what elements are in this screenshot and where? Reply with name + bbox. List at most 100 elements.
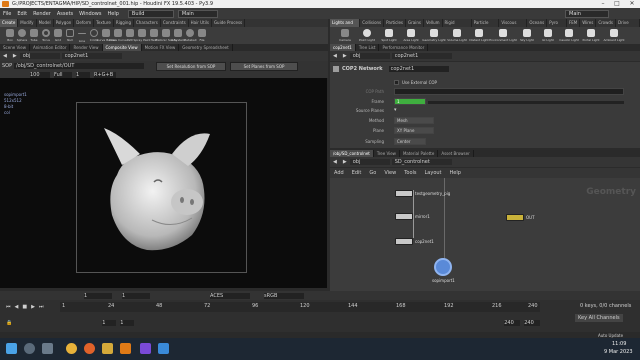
network-editor[interactable]: Geometry testgeometry_pig mirror1 cop2ne… (330, 178, 640, 300)
shelf-tab-crowds[interactable]: Crowds (596, 19, 617, 27)
shelf-tab-modify[interactable]: Modify (18, 19, 37, 27)
use-external-checkbox[interactable] (394, 80, 399, 85)
desktop-select[interactable]: Build (127, 9, 174, 18)
source-planes-menu-icon[interactable]: ▾ (394, 107, 397, 113)
tab-material-palette[interactable]: Material Palette (400, 150, 439, 157)
network-menu-tools[interactable]: Tools (400, 170, 420, 176)
frame-value-field[interactable]: 1 (394, 98, 426, 105)
tool-portal-light[interactable]: Portal Light (580, 27, 602, 44)
shelf-tab-collisions[interactable]: Collisions (360, 19, 385, 27)
tool-sky-light[interactable]: Sky Light (516, 27, 538, 44)
colorspace-select[interactable]: ACES (210, 292, 250, 299)
cop-path-field[interactable] (394, 88, 624, 95)
tool-ambient-light[interactable]: Ambient Light (602, 27, 626, 44)
shelf-tab-texture[interactable]: Texture (94, 19, 114, 27)
network-forward-icon[interactable]: ▶ (340, 159, 350, 165)
menu-file[interactable]: File (0, 11, 14, 17)
shelf-tab-fem[interactable]: FEM (567, 19, 581, 27)
range-end-field[interactable]: 240 (504, 319, 521, 326)
tool-sphere[interactable]: Sphere (16, 27, 28, 44)
plane-select[interactable]: XY Plane (394, 127, 434, 134)
shelf-tab-drive-sim[interactable]: Drive Sim (616, 19, 640, 27)
shelf-tab-pyro-fx[interactable]: Pyro FX (547, 19, 567, 27)
shelf-tab-guide-process[interactable]: Guide Process (212, 19, 246, 27)
maximize-icon[interactable]: □ (610, 0, 624, 8)
search-icon[interactable] (24, 343, 35, 354)
shelf-tab-vellum[interactable]: Vellum (424, 19, 443, 27)
tool-area-light[interactable]: Area Light (400, 27, 422, 44)
sampling-select[interactable]: Center (394, 138, 426, 145)
shelf-tab-constraints[interactable]: Constraints (161, 19, 189, 27)
network-menu-edit[interactable]: Edit (348, 170, 366, 176)
res-select[interactable]: Full (54, 71, 72, 78)
tab-performance-monitor[interactable]: Performance Monitor (379, 44, 429, 51)
explorer-icon[interactable] (102, 343, 113, 354)
back-icon[interactable]: ◀ (0, 53, 10, 59)
shelf-tab-model[interactable]: Model (37, 19, 54, 27)
method-select[interactable]: Mesh (394, 117, 434, 124)
stop-icon[interactable]: ■ (20, 304, 29, 310)
shelf-tab-polygon[interactable]: Polygon (54, 19, 75, 27)
display-select[interactable]: sRGB (264, 292, 304, 299)
tab-render-view[interactable]: Render View (70, 44, 103, 51)
shelf-tab-viscous-fluids[interactable]: Viscous Fl... (499, 19, 528, 27)
tab-animation-editor[interactable]: Animation Editor (30, 44, 71, 51)
tab-asset-browser[interactable]: Asset Browser (438, 150, 474, 157)
play-icon[interactable]: ▶ (29, 304, 37, 310)
menu-edit[interactable]: Edit (14, 11, 30, 17)
shelf-tab-hair-utils[interactable]: Hair Utils (189, 19, 212, 27)
minimize-icon[interactable]: – (596, 0, 610, 8)
sopimport-node-icon[interactable] (434, 258, 452, 276)
menu-render[interactable]: Render (30, 11, 54, 17)
tab-geometry-spreadsheet[interactable]: Geometry Spreadsheet (179, 44, 233, 51)
shelf-tab-wires[interactable]: Wires (580, 19, 597, 27)
workspace-select[interactable]: Main (177, 9, 218, 18)
shelf-tab-oceans[interactable]: Oceans (527, 19, 548, 27)
shelf-tab-rigging[interactable]: Rigging (114, 19, 134, 27)
frame-current-field-top[interactable]: 1 (122, 292, 150, 299)
shelf-tab-grains[interactable]: Grains (406, 19, 424, 27)
key-all-channels-button[interactable]: Key All Channels (575, 314, 623, 322)
tool-volume-light[interactable]: Volume Light (446, 27, 468, 44)
tab-tree-list[interactable]: Tree List (356, 44, 380, 51)
menu-assets[interactable]: Assets (54, 11, 76, 17)
tool-lsystem[interactable]: L-System (171, 27, 185, 44)
tab-tree-view[interactable]: Tree View (374, 150, 400, 157)
tool-null[interactable]: Null (64, 27, 76, 44)
play-back-icon[interactable]: ◀ (13, 304, 21, 310)
tool-caustic-light[interactable]: Caustic Light (558, 27, 580, 44)
tool-geometry-light[interactable]: Geometry Light (422, 27, 446, 44)
timeline-ruler[interactable]: 1 24 48 72 96 120 144 168 192 216 240 (60, 302, 540, 312)
chrome-icon[interactable] (66, 343, 77, 354)
firefox-icon[interactable] (84, 343, 95, 354)
tool-point-light[interactable]: Point Light (356, 27, 378, 44)
channel-select[interactable]: R+G+B (94, 71, 116, 78)
auto-update-button[interactable]: Auto Update (598, 333, 623, 338)
node-name-field[interactable]: cop2net1 (388, 66, 449, 72)
frame-field[interactable]: 1 (76, 71, 90, 78)
task-view-icon[interactable] (42, 343, 53, 354)
start-menu-icon[interactable] (6, 343, 17, 354)
workspace-select-right[interactable]: Main (565, 9, 609, 18)
current-frame-field[interactable]: 1 (120, 319, 135, 326)
tool-file[interactable]: File (196, 27, 208, 44)
node-mirror[interactable] (395, 213, 413, 220)
network-back-icon[interactable]: ◀ (330, 159, 340, 165)
shelf-tab-lights[interactable]: Lights and ... (330, 19, 361, 27)
node-out[interactable] (506, 214, 524, 221)
zoom-select[interactable]: 100 (30, 71, 50, 78)
right-path-obj[interactable]: obj (349, 53, 390, 59)
menu-windows[interactable]: Windows (76, 11, 104, 17)
shelf-tab-characters[interactable]: Characters (134, 19, 161, 27)
right-back-icon[interactable]: ◀ (330, 53, 340, 59)
frame-slider[interactable] (428, 101, 624, 104)
shelf-tab-particles[interactable]: Particles (384, 19, 407, 27)
frame-start-field[interactable]: 1 (84, 292, 112, 299)
network-menu-go[interactable]: Go (365, 170, 380, 176)
tool-torus[interactable]: Torus (40, 27, 52, 44)
tab-motion-fx-view[interactable]: Motion FX View (142, 44, 180, 51)
tool-spot-light[interactable]: Spot Light (378, 27, 400, 44)
path-node[interactable]: cop2net1 (61, 53, 122, 59)
tool-grid[interactable]: Grid (52, 27, 64, 44)
network-path-node[interactable]: SD_controlnet (391, 159, 452, 165)
